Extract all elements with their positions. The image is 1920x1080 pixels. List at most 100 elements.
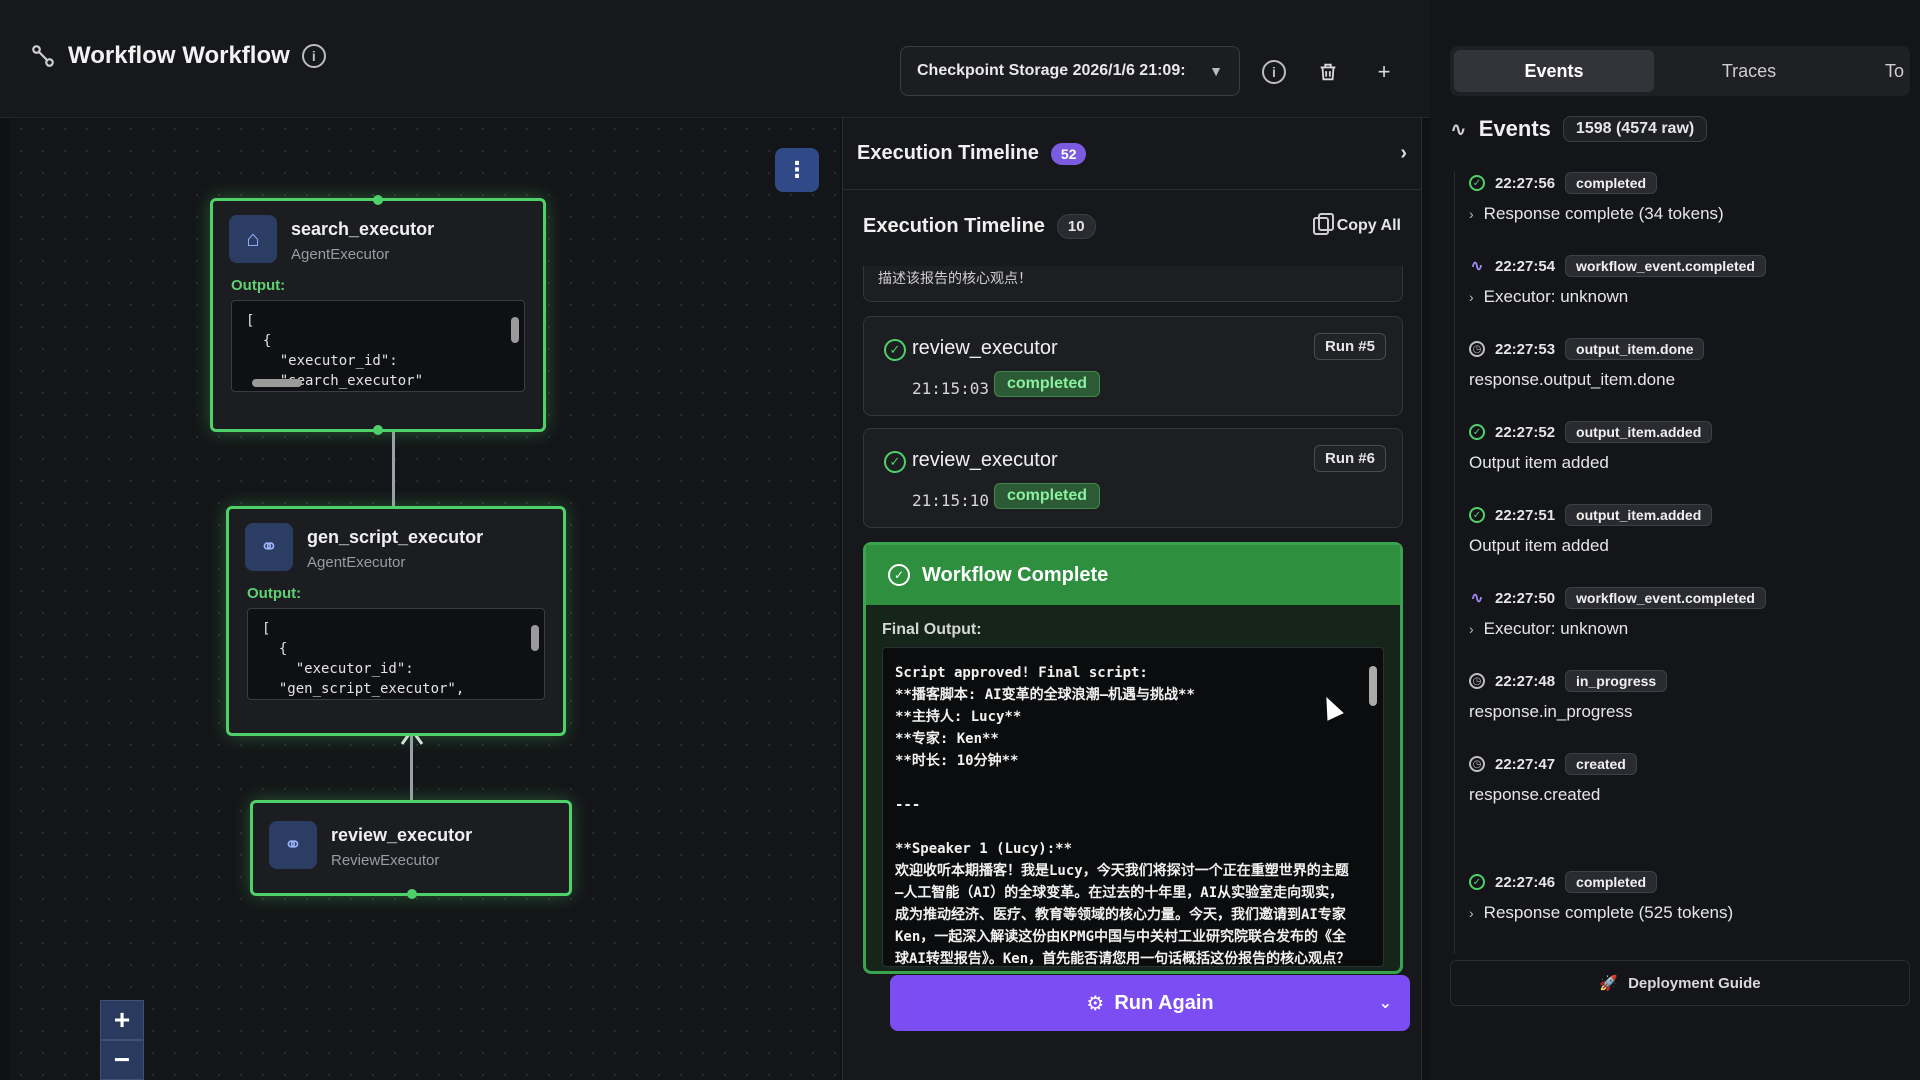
node-type: AgentExecutor bbox=[307, 554, 406, 571]
event-tag: output_item.added bbox=[1565, 504, 1713, 526]
copy-all-button[interactable]: Copy All bbox=[1312, 213, 1401, 235]
node-output-box[interactable]: [ { "executor_id": "search_executor" bbox=[231, 300, 525, 392]
event-tag: created bbox=[1565, 753, 1637, 775]
events-count-badge: 1598 (4574 raw) bbox=[1562, 116, 1708, 142]
deployment-guide-label: Deployment Guide bbox=[1628, 974, 1761, 992]
workflow-title-group: Workflow Workflow i bbox=[30, 42, 326, 70]
events-tabs: Events Traces To bbox=[1450, 46, 1910, 96]
event-item[interactable]: ◷ 22:27:47 created response.created bbox=[1469, 753, 1904, 871]
chevron-down-icon[interactable]: ⌄ bbox=[1379, 993, 1392, 1013]
event-tag: completed bbox=[1565, 172, 1658, 194]
node-handle-bottom[interactable] bbox=[373, 425, 383, 435]
tab-tools[interactable]: To bbox=[1844, 50, 1904, 92]
minus-icon: − bbox=[113, 1044, 131, 1075]
chevron-right-icon[interactable]: › bbox=[1469, 206, 1474, 222]
node-gen-script-executor[interactable]: ⚭ gen_script_executor AgentExecutor Outp… bbox=[226, 506, 566, 736]
output-scrollbar[interactable] bbox=[510, 307, 520, 373]
checkpoint-info-button[interactable]: i bbox=[1258, 56, 1290, 88]
node-review-executor[interactable]: ⚭ review_executor ReviewExecutor bbox=[250, 800, 572, 899]
event-desc: Output item added bbox=[1469, 453, 1609, 472]
clock-icon: ◷ bbox=[1469, 341, 1485, 357]
event-time: 22:27:53 bbox=[1495, 340, 1556, 358]
chevron-right-icon[interactable]: › bbox=[1469, 905, 1474, 921]
clock-icon: ◷ bbox=[1469, 756, 1485, 772]
timeline-count-badge: 52 bbox=[1050, 142, 1087, 165]
timeline-panel: Execution Timeline 52 › Execution Timeli… bbox=[842, 118, 1422, 1080]
event-item[interactable]: ∿ 22:27:54 workflow_event.completed › Execu… bbox=[1469, 255, 1904, 338]
event-item[interactable]: ✓ 22:27:46 completed › Response complete (5… bbox=[1469, 871, 1904, 954]
previous-run-card[interactable]: 描述该报告的核心观点！ bbox=[863, 266, 1403, 302]
zoom-out-button[interactable]: − bbox=[100, 1040, 144, 1080]
node-name: search_executor bbox=[291, 219, 435, 239]
run-number-badge: Run #6 bbox=[1313, 445, 1386, 472]
check-circle-icon: ✓ bbox=[1469, 874, 1485, 890]
output-hscrollbar[interactable] bbox=[242, 379, 506, 387]
timeline-title: Execution Timeline bbox=[857, 142, 1039, 164]
events-list[interactable]: ✓ 22:27:56 completed › Response complete (3… bbox=[1454, 172, 1904, 954]
node-type: ReviewExecutor bbox=[331, 852, 440, 869]
rocket-icon: 🚀 bbox=[1599, 975, 1619, 992]
event-desc: Executor: unknown bbox=[1483, 619, 1629, 638]
event-time: 22:27:51 bbox=[1495, 506, 1556, 524]
event-item[interactable]: ✓ 22:27:56 completed › Response complete (3… bbox=[1469, 172, 1904, 255]
node-name: review_executor bbox=[331, 825, 473, 845]
tab-traces[interactable]: Traces bbox=[1654, 50, 1844, 92]
info-icon[interactable]: i bbox=[301, 44, 326, 68]
checkpoint-select[interactable]: Checkpoint Storage 2026/1/6 21:09: ▼ bbox=[900, 46, 1240, 96]
run-executor-name: review_executor bbox=[912, 449, 1058, 471]
event-item[interactable]: ✓ 22:27:52 output_item.added Output item a… bbox=[1469, 421, 1904, 504]
check-circle-icon: ✓ bbox=[884, 451, 906, 473]
output-scrollbar[interactable] bbox=[530, 615, 540, 681]
top-bar: Workflow Workflow i Checkpoint Storage 2… bbox=[0, 0, 1430, 118]
clock-icon: ◷ bbox=[1469, 673, 1485, 689]
event-item[interactable]: ✓ 22:27:51 output_item.added Output item a… bbox=[1469, 504, 1904, 587]
run-number-badge: Run #5 bbox=[1313, 333, 1386, 360]
check-circle-icon: ✓ bbox=[1469, 424, 1485, 440]
run-again-button[interactable]: ⚙ Run Again ⌄ bbox=[890, 975, 1410, 1031]
run-time: 21:15:10 bbox=[912, 491, 990, 510]
event-tag: output_item.done bbox=[1565, 338, 1705, 360]
gear-icon: ⚙ bbox=[1086, 992, 1105, 1015]
event-time: 22:27:46 bbox=[1495, 873, 1556, 891]
canvas-menu-button[interactable]: ⋮ bbox=[775, 148, 819, 192]
tab-events[interactable]: Events bbox=[1454, 50, 1654, 92]
timeline-subtitle: Execution Timeline bbox=[863, 214, 1045, 237]
workflow-node-icon: ⚭ bbox=[245, 523, 293, 571]
workflow-complete-card: ✓ Workflow Complete Final Output: Script… bbox=[863, 542, 1403, 974]
node-handle-bottom[interactable] bbox=[407, 889, 417, 899]
event-time: 22:27:47 bbox=[1495, 755, 1556, 773]
activity-icon: ∿ bbox=[1470, 590, 1484, 607]
add-checkpoint-button[interactable]: + bbox=[1368, 56, 1400, 88]
zoom-in-button[interactable]: + bbox=[100, 1000, 144, 1040]
plus-icon: + bbox=[1377, 59, 1391, 84]
event-item[interactable]: ∿ 22:27:50 workflow_event.completed › Execu… bbox=[1469, 587, 1904, 670]
chevron-right-icon[interactable]: › bbox=[1469, 621, 1474, 637]
check-circle-icon: ✓ bbox=[888, 564, 910, 586]
run-again-label: Run Again bbox=[1114, 991, 1214, 1014]
run-time: 21:15:03 bbox=[912, 379, 990, 398]
final-output-box[interactable]: Script approved! Final script: **播客脚本: A… bbox=[882, 647, 1384, 967]
node-search-executor[interactable]: ⌂ search_executor AgentExecutor Output: … bbox=[210, 195, 546, 435]
deployment-guide-button[interactable]: 🚀 Deployment Guide bbox=[1450, 960, 1910, 1006]
chevron-right-icon[interactable]: › bbox=[1400, 142, 1407, 165]
event-item[interactable]: ◷ 22:27:53 output_item.done response.outpu… bbox=[1469, 338, 1904, 421]
delete-checkpoint-button[interactable] bbox=[1312, 56, 1344, 88]
workflow-complete-title: Workflow Complete bbox=[922, 563, 1109, 586]
node-output-label: Output: bbox=[247, 585, 302, 602]
event-tag: completed bbox=[1565, 871, 1658, 893]
timeline-scroll-area[interactable]: 描述该报告的核心观点！ ✓ review_executor 21:15:03 c… bbox=[863, 266, 1403, 1066]
node-output-box[interactable]: [ { "executor_id": "gen_script_executor"… bbox=[247, 608, 545, 700]
run-card[interactable]: ✓ review_executor 21:15:03 completed Run… bbox=[863, 316, 1403, 416]
run-executor-name: review_executor bbox=[912, 337, 1058, 359]
node-handle-top[interactable] bbox=[373, 195, 383, 205]
timeline-header-outer[interactable]: Execution Timeline 52 › bbox=[843, 118, 1421, 190]
chevron-right-icon[interactable]: › bbox=[1469, 289, 1474, 305]
event-item[interactable]: ◷ 22:27:48 in_progress response.in_progres… bbox=[1469, 670, 1904, 753]
info-icon: i bbox=[1262, 60, 1286, 84]
event-desc: response.created bbox=[1469, 785, 1601, 804]
final-output-label: Final Output: bbox=[882, 621, 982, 638]
run-card[interactable]: ✓ review_executor 21:15:10 completed Run… bbox=[863, 428, 1403, 528]
event-tag: in_progress bbox=[1565, 670, 1668, 692]
timeline-run-count: 10 bbox=[1056, 213, 1096, 239]
final-output-scrollbar[interactable] bbox=[1367, 654, 1379, 954]
